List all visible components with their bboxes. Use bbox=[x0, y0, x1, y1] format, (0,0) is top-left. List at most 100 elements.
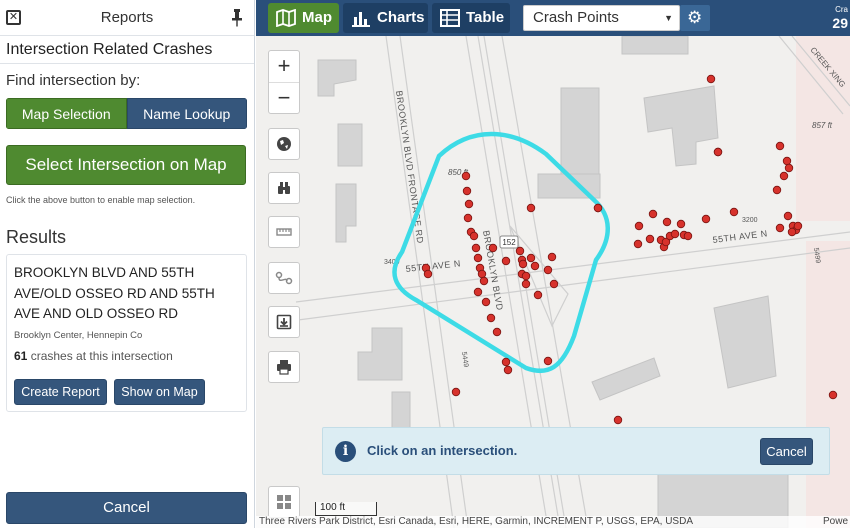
building bbox=[337, 123, 363, 167]
zoom-out-button[interactable]: − bbox=[269, 82, 299, 113]
crash-point[interactable] bbox=[633, 239, 643, 249]
crash-point[interactable] bbox=[648, 209, 658, 219]
create-report-button[interactable]: Create Report bbox=[14, 379, 107, 405]
tab-charts[interactable]: Charts bbox=[343, 3, 428, 33]
crash-point[interactable] bbox=[701, 214, 711, 224]
crash-point[interactable] bbox=[783, 211, 793, 221]
map-selection-toggle[interactable]: Map Selection bbox=[6, 98, 127, 129]
reports-panel: ✕ Reports Intersection Related Crashes F… bbox=[0, 0, 255, 528]
panel-cancel-button[interactable]: Cancel bbox=[6, 492, 247, 524]
crash-point[interactable] bbox=[501, 357, 511, 367]
selection-notice: i Click on an intersection. Cancel bbox=[322, 427, 830, 475]
crash-point[interactable] bbox=[473, 253, 483, 263]
basemap-gallery-button[interactable] bbox=[268, 486, 300, 518]
globe-button[interactable] bbox=[268, 128, 300, 160]
layer-select[interactable]: Crash Points ▼ bbox=[523, 5, 680, 31]
notice-cancel-button[interactable]: Cancel bbox=[760, 438, 813, 465]
crash-point[interactable] bbox=[662, 217, 672, 227]
globe-icon bbox=[277, 137, 291, 151]
crash-point[interactable] bbox=[515, 246, 525, 256]
crash-point[interactable] bbox=[463, 213, 473, 223]
crash-point[interactable] bbox=[729, 207, 739, 217]
crash-point[interactable] bbox=[543, 356, 553, 366]
binoculars-button[interactable] bbox=[268, 172, 300, 204]
crash-point[interactable] bbox=[471, 243, 481, 253]
crash-point[interactable] bbox=[462, 186, 472, 196]
route-shield-label: 152 bbox=[502, 238, 516, 247]
bar-chart-icon bbox=[352, 12, 370, 27]
crash-point[interactable] bbox=[503, 365, 513, 375]
show-on-map-button[interactable]: Show on Map bbox=[114, 379, 205, 405]
select-hint: Click the above button to enable map sel… bbox=[6, 195, 196, 205]
crash-point[interactable] bbox=[784, 163, 794, 173]
crash-point[interactable] bbox=[779, 171, 789, 181]
crash-point[interactable] bbox=[518, 259, 528, 269]
crash-point[interactable] bbox=[501, 256, 511, 266]
crash-point[interactable] bbox=[423, 269, 433, 279]
crash-point[interactable] bbox=[486, 313, 496, 323]
crash-count-suffix: crashes at this intersection bbox=[30, 349, 173, 363]
crash-point[interactable] bbox=[713, 147, 723, 157]
crash-point[interactable] bbox=[451, 387, 461, 397]
crash-point[interactable] bbox=[479, 276, 489, 286]
tab-charts-label: Charts bbox=[377, 9, 425, 26]
crash-point[interactable] bbox=[526, 203, 536, 213]
crash-point[interactable] bbox=[549, 279, 559, 289]
crash-point[interactable] bbox=[613, 415, 623, 425]
route-button[interactable] bbox=[268, 262, 300, 294]
crash-point[interactable] bbox=[543, 265, 553, 275]
crash-point[interactable] bbox=[477, 269, 487, 279]
crash-point[interactable] bbox=[793, 221, 803, 231]
crash-point[interactable] bbox=[775, 141, 785, 151]
crash-point[interactable] bbox=[775, 223, 785, 233]
crash-point[interactable] bbox=[782, 156, 792, 166]
gear-icon: ⚙ bbox=[687, 8, 703, 27]
panel-title: Reports bbox=[100, 9, 154, 26]
name-lookup-toggle[interactable]: Name Lookup bbox=[126, 98, 247, 129]
crash-total-label: Cra bbox=[835, 5, 848, 14]
print-button[interactable] bbox=[268, 351, 300, 383]
zoom-in-button[interactable]: + bbox=[269, 51, 299, 82]
crash-point[interactable] bbox=[481, 297, 491, 307]
powered-by: Powe bbox=[822, 516, 848, 527]
crash-point[interactable] bbox=[473, 287, 483, 297]
crash-point[interactable] bbox=[706, 74, 716, 84]
crash-point[interactable] bbox=[670, 229, 680, 239]
settings-button[interactable]: ⚙ bbox=[680, 5, 710, 31]
download-icon bbox=[276, 314, 292, 330]
crash-point[interactable] bbox=[676, 219, 686, 229]
crash-total-value: 29 bbox=[832, 15, 848, 31]
crash-point[interactable] bbox=[533, 290, 543, 300]
crash-point[interactable] bbox=[521, 271, 531, 281]
layer-select-value: Crash Points bbox=[533, 9, 619, 26]
download-button[interactable] bbox=[268, 306, 300, 338]
tab-table[interactable]: Table bbox=[432, 3, 510, 33]
crash-point[interactable] bbox=[461, 171, 471, 181]
select-intersection-button[interactable]: Select Intersection on Map bbox=[6, 145, 246, 185]
crash-point[interactable] bbox=[488, 243, 498, 253]
crash-point[interactable] bbox=[683, 231, 693, 241]
pin-icon[interactable] bbox=[230, 8, 244, 28]
chevron-down-icon: ▼ bbox=[664, 13, 673, 23]
crash-point[interactable] bbox=[593, 203, 603, 213]
building bbox=[591, 357, 661, 401]
crash-point[interactable] bbox=[634, 221, 644, 231]
tab-map[interactable]: Map bbox=[268, 3, 339, 33]
crash-point[interactable] bbox=[530, 261, 540, 271]
measure-button[interactable] bbox=[268, 216, 300, 248]
parcel-area bbox=[806, 241, 850, 528]
crash-point[interactable] bbox=[492, 327, 502, 337]
divider bbox=[0, 63, 254, 64]
crash-point[interactable] bbox=[645, 234, 655, 244]
crash-point[interactable] bbox=[464, 199, 474, 209]
crash-point[interactable] bbox=[526, 253, 536, 263]
crash-point[interactable] bbox=[547, 252, 557, 262]
crash-point[interactable] bbox=[828, 390, 838, 400]
address-label: 5449 bbox=[460, 351, 469, 368]
crash-point[interactable] bbox=[787, 227, 797, 237]
crash-point[interactable] bbox=[469, 231, 479, 241]
crash-point[interactable] bbox=[772, 185, 782, 195]
crash-point[interactable] bbox=[521, 279, 531, 289]
map-view[interactable]: BROOKLYN BLVD FRONTAGE RD BROOKLYN BLVD … bbox=[256, 36, 850, 528]
panel-header: ✕ Reports bbox=[0, 0, 254, 36]
